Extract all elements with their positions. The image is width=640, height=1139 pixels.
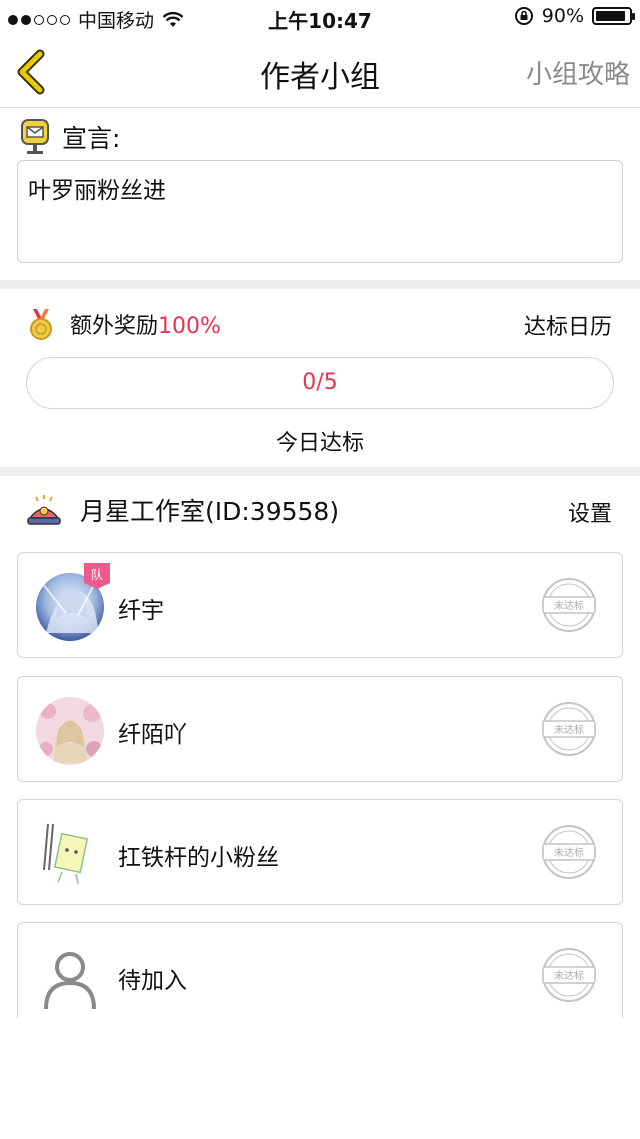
reward-label: 额外奖励100% bbox=[70, 308, 221, 340]
stamp-text: 未达标 bbox=[554, 847, 584, 859]
member-name: 纤陌吖 bbox=[118, 722, 187, 748]
battery-percent: 90% bbox=[541, 5, 584, 27]
battery-icon bbox=[592, 7, 635, 25]
team-leader-badge: 队 bbox=[84, 563, 110, 589]
status-right: 90% bbox=[514, 5, 635, 27]
group-settings-link[interactable]: 设置 bbox=[568, 496, 612, 528]
group-guide-link[interactable]: 小组攻略 bbox=[526, 54, 630, 91]
member-name: 扛铁杆的小粉丝 bbox=[118, 845, 279, 871]
section-divider bbox=[0, 467, 640, 476]
declaration-header: 宣言: bbox=[20, 118, 120, 156]
person-placeholder-icon bbox=[44, 952, 96, 1010]
declaration-label: 宣言: bbox=[62, 124, 121, 153]
daily-progress-bar: 0/5 bbox=[26, 357, 614, 409]
member-avatar bbox=[36, 697, 104, 765]
member-card[interactable]: 扛铁杆的小粉丝 未达标 bbox=[17, 799, 623, 905]
declaration-section: 宣言: 叶罗丽粉丝进 bbox=[0, 108, 640, 280]
not-achieved-stamp-icon: 未达标 bbox=[542, 825, 596, 879]
medal-icon bbox=[30, 309, 52, 340]
not-achieved-stamp-icon: 未达标 bbox=[542, 702, 596, 756]
status-bar: 中国移动 上午10:47 90% bbox=[0, 0, 640, 36]
achievement-calendar-link[interactable]: 达标日历 bbox=[524, 309, 612, 341]
member-name: 待加入 bbox=[118, 968, 187, 994]
declaration-text: 叶罗丽粉丝进 bbox=[28, 178, 166, 204]
today-achievement-label: 今日达标 bbox=[275, 431, 364, 456]
rotation-lock-icon bbox=[514, 7, 533, 25]
battery-level bbox=[596, 11, 625, 21]
studio-icon bbox=[27, 495, 61, 525]
reward-section: 额外奖励100% 达标日历 0/5 今日达标 bbox=[0, 289, 640, 467]
not-achieved-stamp-icon: 未达标 bbox=[542, 948, 596, 1002]
mailbox-icon bbox=[21, 119, 49, 154]
member-card-empty-slot[interactable]: 待加入 未达标 bbox=[17, 922, 623, 1018]
nav-bar: 作者小组 小组攻略 bbox=[0, 36, 640, 108]
group-title: 月星工作室(ID:39558) bbox=[80, 497, 340, 526]
avatar-image bbox=[36, 820, 104, 888]
stamp-text: 未达标 bbox=[554, 600, 584, 612]
declaration-textbox[interactable]: 叶罗丽粉丝进 bbox=[17, 160, 623, 263]
group-header: 月星工作室(ID:39558) bbox=[26, 492, 339, 528]
stamp-text: 未达标 bbox=[554, 724, 584, 736]
reward-percent: 100% bbox=[158, 314, 221, 339]
not-achieved-stamp-icon: 未达标 bbox=[542, 578, 596, 632]
reward-label-text: 额外奖励 bbox=[70, 314, 159, 339]
avatar-image bbox=[36, 697, 104, 765]
stamp-text: 未达标 bbox=[554, 970, 584, 982]
member-card[interactable]: 纤陌吖 未达标 bbox=[17, 676, 623, 782]
reward-header: 额外奖励100% bbox=[26, 307, 221, 341]
progress-text: 0/5 bbox=[302, 370, 338, 395]
member-avatar bbox=[36, 820, 104, 888]
member-name: 纤宇 bbox=[118, 598, 164, 624]
leader-badge-text: 队 bbox=[91, 567, 103, 582]
section-divider bbox=[0, 280, 640, 289]
empty-avatar bbox=[36, 943, 104, 1011]
member-card[interactable]: 队 纤宇 未达标 bbox=[17, 552, 623, 658]
